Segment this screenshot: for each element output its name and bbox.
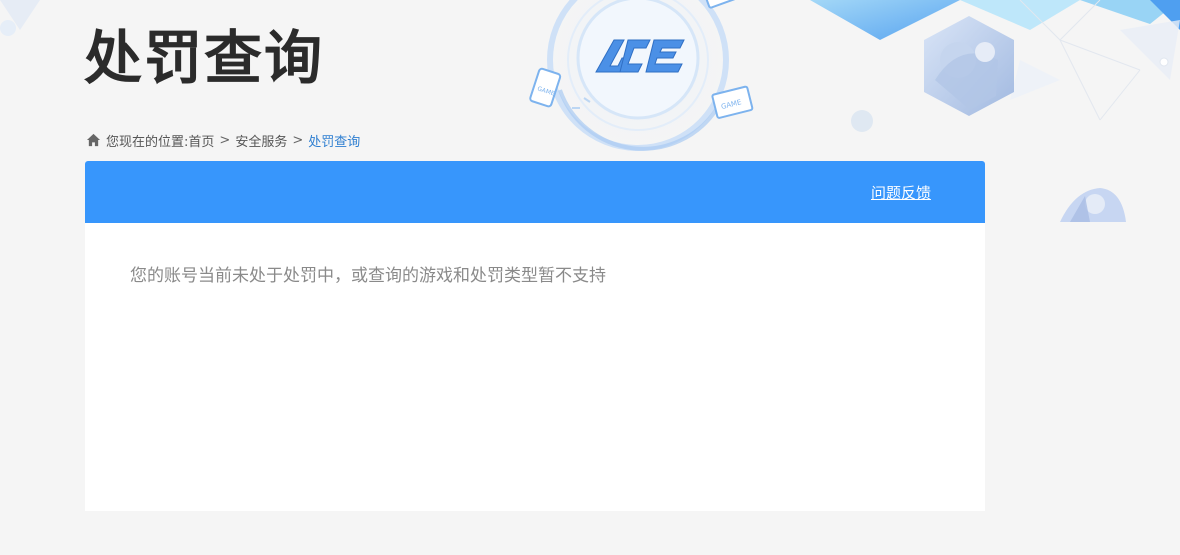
page-title: 处罚查询	[84, 24, 325, 92]
result-panel: 问题反馈 您的账号当前未处于处罚中，或查询的游戏和处罚类型暂不支持	[85, 161, 985, 511]
breadcrumb-separator: >	[219, 132, 231, 148]
page: GAME GAME 处罚查询 您现在的位置: 首页 > 安全服务 > 处罚查询 …	[0, 0, 1180, 555]
panel-header: 问题反馈	[85, 161, 985, 223]
breadcrumb: 您现在的位置: 首页 > 安全服务 > 处罚查询	[86, 131, 361, 150]
character-portrait-icon	[924, 16, 1014, 116]
svg-text:GAME: GAME	[720, 98, 742, 111]
status-message: 您的账号当前未处于处罚中，或查询的游戏和处罚类型暂不支持	[130, 266, 606, 286]
home-icon	[86, 133, 101, 147]
feedback-link[interactable]: 问题反馈	[871, 182, 931, 203]
breadcrumb-separator: >	[292, 132, 304, 148]
breadcrumb-item-current: 处罚查询	[308, 134, 361, 150]
breadcrumb-item-home[interactable]: 首页	[188, 131, 214, 150]
monitor-game-icon: GAME	[711, 85, 754, 119]
breadcrumb-prefix: 您现在的位置:	[106, 134, 189, 150]
character-small-icon	[1060, 188, 1126, 222]
breadcrumb-item-security-service[interactable]: 安全服务	[235, 131, 287, 150]
panel-body: 您的账号当前未处于处罚中，或查询的游戏和处罚类型暂不支持	[85, 223, 985, 324]
phone-game-icon: GAME	[529, 67, 562, 108]
ace-logo-icon	[595, 39, 685, 73]
svg-text:GAME: GAME	[536, 85, 555, 97]
